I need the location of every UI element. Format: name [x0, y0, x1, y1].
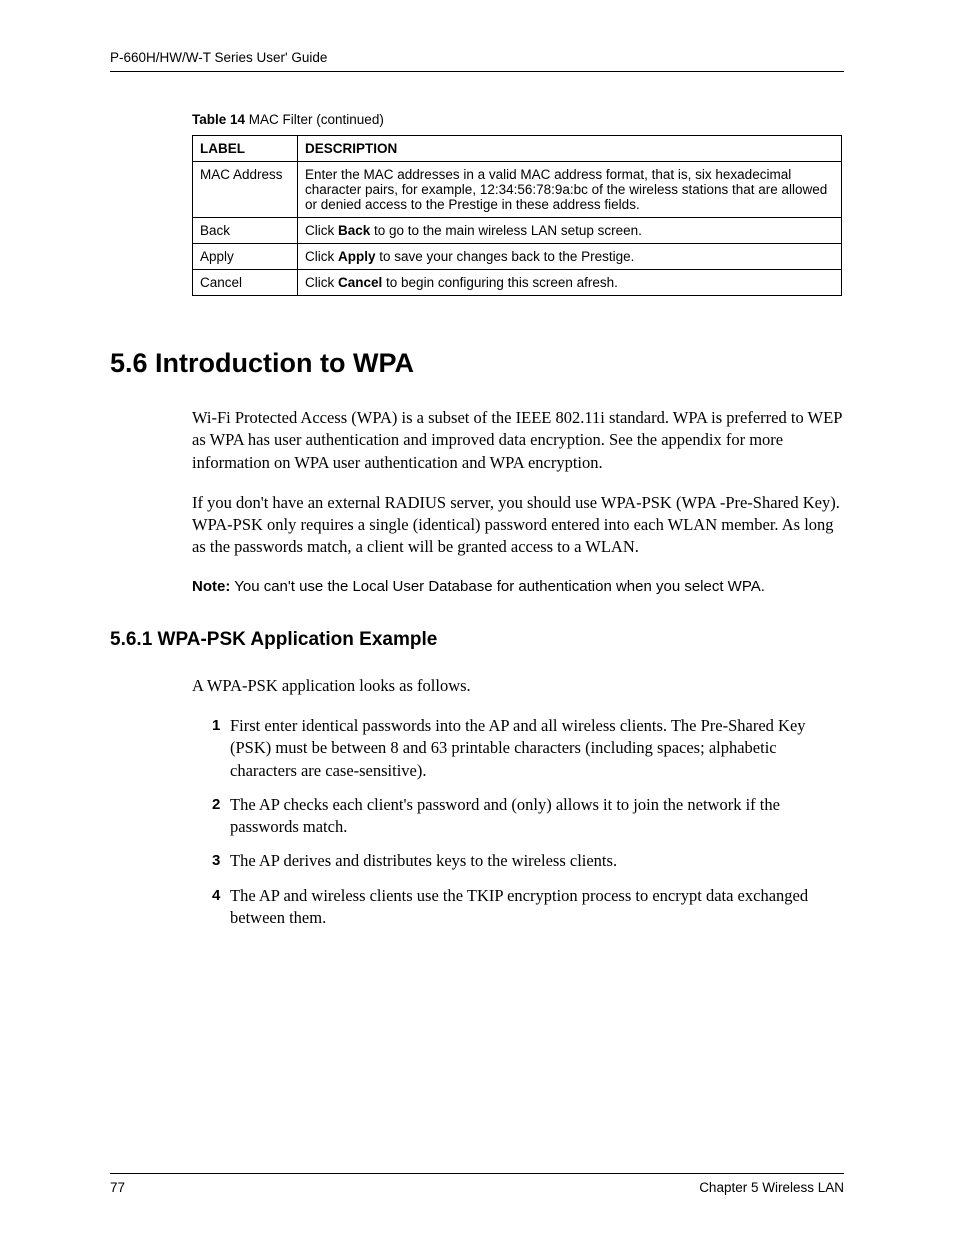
note-label: Note:	[192, 578, 230, 595]
table-row: Apply Click Apply to save your changes b…	[193, 244, 842, 270]
table-caption: Table 14 MAC Filter (continued)	[192, 112, 844, 127]
row-label: Back	[193, 218, 298, 244]
header-guide-title: P-660H/HW/W-T Series User' Guide	[110, 50, 844, 72]
row-label: MAC Address	[193, 162, 298, 218]
note-paragraph: Note: You can't use the Local User Datab…	[192, 577, 844, 597]
table-row: Back Click Back to go to the main wirele…	[193, 218, 842, 244]
row-label: Apply	[193, 244, 298, 270]
row-desc: Click Cancel to begin configuring this s…	[298, 270, 842, 296]
row-desc: Click Apply to save your changes back to…	[298, 244, 842, 270]
page-footer: 77 Chapter 5 Wireless LAN	[110, 1173, 844, 1195]
numbered-list: 1 First enter identical passwords into th…	[212, 715, 844, 929]
row-desc: Click Back to go to the main wireless LA…	[298, 218, 842, 244]
th-description: DESCRIPTION	[298, 136, 842, 162]
list-item: 2 The AP checks each client's password an…	[212, 794, 844, 839]
body-paragraph: A WPA-PSK application looks as follows.	[192, 675, 844, 697]
note-text: You can't use the Local User Database fo…	[230, 578, 765, 595]
list-item: 4 The AP and wireless clients use the TKI…	[212, 885, 844, 930]
list-item: 3 The AP derives and distributes keys to …	[212, 850, 844, 872]
table-caption-text: MAC Filter (continued)	[245, 112, 384, 127]
mac-filter-table: LABEL DESCRIPTION MAC Address Enter the …	[192, 135, 842, 296]
table-caption-label: Table 14	[192, 112, 245, 127]
list-text: The AP derives and distributes keys to t…	[230, 851, 617, 870]
list-item: 1 First enter identical passwords into th…	[212, 715, 844, 782]
body-paragraph: Wi-Fi Protected Access (WPA) is a subset…	[192, 407, 844, 474]
table-header-row: LABEL DESCRIPTION	[193, 136, 842, 162]
table-row: MAC Address Enter the MAC addresses in a…	[193, 162, 842, 218]
row-label: Cancel	[193, 270, 298, 296]
list-number: 2	[212, 795, 220, 815]
section-heading: 5.6 Introduction to WPA	[110, 348, 844, 379]
footer-chapter: Chapter 5 Wireless LAN	[699, 1180, 844, 1195]
table-row: Cancel Click Cancel to begin configuring…	[193, 270, 842, 296]
list-text: The AP and wireless clients use the TKIP…	[230, 886, 808, 927]
list-text: First enter identical passwords into the…	[230, 716, 806, 780]
footer-page-number: 77	[110, 1180, 125, 1195]
subsection-heading: 5.6.1 WPA-PSK Application Example	[110, 629, 844, 651]
list-text: The AP checks each client's password and…	[230, 795, 780, 836]
list-number: 3	[212, 851, 220, 871]
row-desc: Enter the MAC addresses in a valid MAC a…	[298, 162, 842, 218]
list-number: 1	[212, 716, 220, 736]
th-label: LABEL	[193, 136, 298, 162]
body-paragraph: If you don't have an external RADIUS ser…	[192, 492, 844, 559]
list-number: 4	[212, 886, 220, 906]
